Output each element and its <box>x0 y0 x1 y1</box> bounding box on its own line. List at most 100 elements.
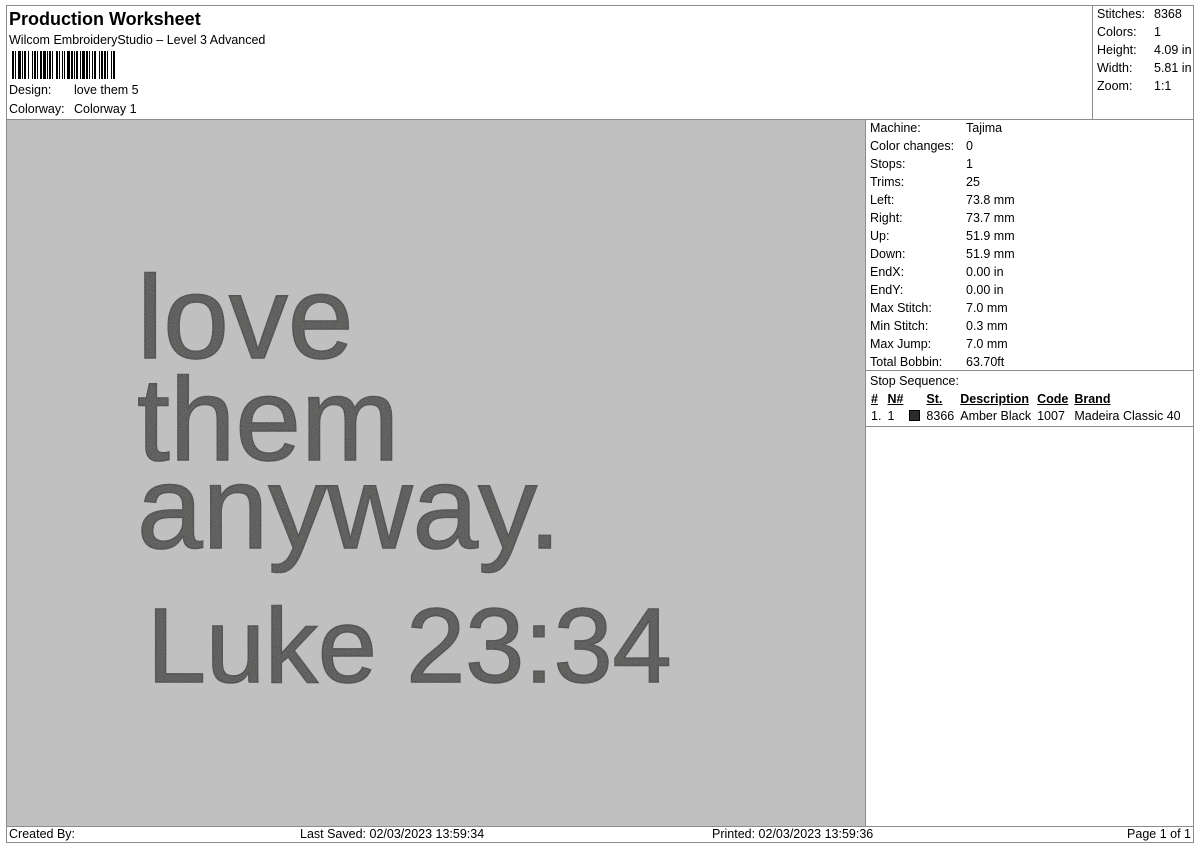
colorway-name: Colorway 1 <box>74 102 137 116</box>
stop-sequence-table: # N# St. Description Code Brand 1. 1 836… <box>868 391 1184 424</box>
last-saved: Last Saved: 02/03/2023 13:59:34 <box>300 827 485 841</box>
machine-label: Up: <box>870 229 890 243</box>
thread-brand: Madeira Classic 40 <box>1074 409 1181 423</box>
machine-row: Up: 51.9 mm <box>870 228 1015 244</box>
summary-label: Stitches: <box>1097 7 1145 21</box>
machine-value: 7.0 mm <box>966 337 1008 351</box>
machine-value: 0.00 in <box>966 283 1004 297</box>
embroidery-design: love them anyway. Luke 23:34 <box>136 251 672 706</box>
stop-sequence-heading: Stop Sequence: <box>870 374 959 388</box>
machine-label: Max Jump: <box>870 337 932 351</box>
table-header-row: # N# St. Description Code Brand <box>868 391 1184 408</box>
design-name: love them 5 <box>74 83 139 97</box>
machine-value: 0 <box>966 139 973 153</box>
machine-row: Machine: Tajima <box>870 120 1002 136</box>
column-header: St. <box>926 392 943 406</box>
machine-row: Right: 73.7 mm <box>870 210 1015 226</box>
machine-value: Tajima <box>966 121 1003 135</box>
machine-label: Machine: <box>870 121 921 135</box>
summary-panel: Stitches: 8368 Colors: 1 Height: 4.09 in Wi… <box>1092 6 1194 119</box>
stitch-count: 8366 <box>926 409 955 423</box>
summary-value: 1:1 <box>1154 79 1172 93</box>
thread-code: 1007 <box>1037 409 1065 423</box>
machine-value: 51.9 mm <box>966 229 1015 243</box>
column-header <box>906 391 923 408</box>
design-preview: love them anyway. Luke 23:34 <box>7 120 866 826</box>
machine-row: Min Stitch: 0.3 mm <box>870 318 1008 334</box>
color-swatch-cell <box>906 408 923 424</box>
machine-value: 73.8 mm <box>966 193 1015 207</box>
machine-value: 1 <box>966 157 973 171</box>
stop-index: 1. <box>871 409 882 423</box>
software-name: Wilcom EmbroideryStudio – Level 3 Advanc… <box>9 33 266 47</box>
machine-label: Total Bobbin: <box>870 355 943 369</box>
design-line-reference: Luke 23:34 <box>147 587 672 705</box>
summary-label: Height: <box>1097 43 1137 57</box>
worksheet-frame: Production Worksheet Wilcom EmbroiderySt… <box>6 5 1194 843</box>
stop-sequence-panel: Stop Sequence: # N# St. Description Code… <box>866 371 1193 426</box>
machine-label: Trims: <box>870 175 905 189</box>
machine-label: Min Stitch: <box>870 319 929 333</box>
column-header: N# <box>887 392 904 406</box>
summary-stitches: Stitches: 8368 <box>1097 6 1182 22</box>
worksheet-header: Production Worksheet Wilcom EmbroiderySt… <box>7 6 1092 119</box>
machine-label: Color changes: <box>870 139 955 153</box>
summary-label: Width: <box>1097 61 1133 75</box>
summary-value: 4.09 in <box>1154 43 1192 57</box>
summary-value: 8368 <box>1154 7 1182 21</box>
summary-label: Colors: <box>1097 25 1137 39</box>
machine-row: Trims: 25 <box>870 174 980 190</box>
machine-info-panel: Machine: Tajima Color changes: 0 Stops: 1 T… <box>866 120 1193 370</box>
machine-row: Max Stitch: 7.0 mm <box>870 300 1008 316</box>
design-label: Design: <box>9 83 52 97</box>
summary-zoom: Zoom: 1:1 <box>1097 78 1171 94</box>
machine-row: Color changes: 0 <box>870 138 973 154</box>
worksheet-footer: Created By: Last Saved: 02/03/2023 13:59… <box>7 827 1193 842</box>
printed-date: Printed: 02/03/2023 13:59:36 <box>712 827 874 841</box>
machine-value: 0.00 in <box>966 265 1004 279</box>
barcode-bar <box>115 51 117 79</box>
summary-width: Width: 5.81 in <box>1097 60 1192 76</box>
color-swatch <box>909 410 921 421</box>
machine-row: Down: 51.9 mm <box>870 246 1015 262</box>
machine-label: Right: <box>870 211 903 225</box>
summary-label: Zoom: <box>1097 79 1133 93</box>
machine-row: Total Bobbin: 63.70ft <box>870 354 1004 370</box>
design-line-anyway: anyway. <box>137 442 561 574</box>
machine-label: Stops: <box>870 157 906 171</box>
summary-colors: Colors: 1 <box>1097 24 1161 40</box>
machine-row: Max Jump: 7.0 mm <box>870 336 1008 352</box>
machine-value: 0.3 mm <box>966 319 1008 333</box>
barcode <box>12 51 197 79</box>
design-row: Design: love them 5 <box>9 82 139 98</box>
colorway-label: Colorway: <box>9 102 65 116</box>
divider <box>866 426 1193 427</box>
column-header: Brand <box>1074 392 1111 406</box>
machine-label: Max Stitch: <box>870 301 932 315</box>
summary-value: 5.81 in <box>1154 61 1192 75</box>
machine-value: 25 <box>966 175 980 189</box>
machine-label: EndX: <box>870 265 905 279</box>
page-title: Production Worksheet <box>9 9 201 29</box>
summary-height: Height: 4.09 in <box>1097 42 1192 58</box>
colorway-row: Colorway: Colorway 1 <box>9 101 137 117</box>
created-by: Created By: <box>9 827 76 841</box>
machine-value: 51.9 mm <box>966 247 1015 261</box>
machine-label: EndY: <box>870 283 904 297</box>
needle-number: 1 <box>887 409 895 423</box>
machine-row: Left: 73.8 mm <box>870 192 1015 208</box>
machine-label: Left: <box>870 193 895 207</box>
machine-row: EndX: 0.00 in <box>870 264 1004 280</box>
column-header: # <box>871 392 878 406</box>
machine-row: EndY: 0.00 in <box>870 282 1004 298</box>
machine-label: Down: <box>870 247 906 261</box>
machine-value: 7.0 mm <box>966 301 1008 315</box>
column-header: Description <box>960 392 1029 406</box>
summary-value: 1 <box>1154 25 1161 39</box>
machine-row: Stops: 1 <box>870 156 973 172</box>
table-row: 1. 1 8366 Amber Black 1007 Madeira Class… <box>868 408 1184 424</box>
page-number: Page 1 of 1 <box>1127 827 1191 841</box>
machine-value: 73.7 mm <box>966 211 1015 225</box>
machine-value: 63.70ft <box>966 355 1005 369</box>
thread-description: Amber Black <box>960 409 1032 423</box>
